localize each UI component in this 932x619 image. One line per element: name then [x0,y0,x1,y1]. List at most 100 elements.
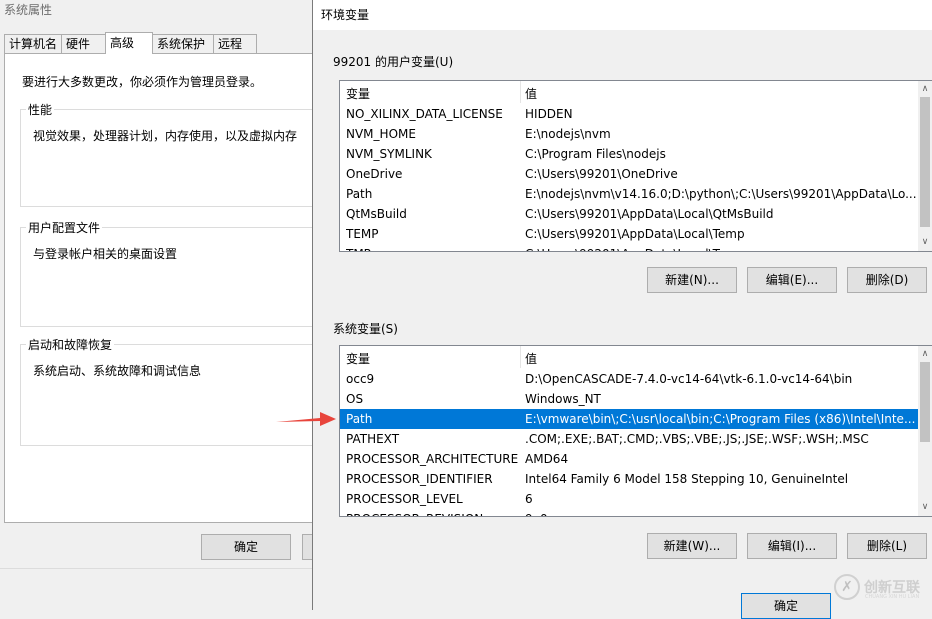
var-value: C:\Users\99201\AppData\Local\Temp [525,244,920,251]
system-var-row[interactable]: OS Windows_NT [340,389,922,409]
var-name: PROCESSOR_ARCHITECTURE [346,452,519,466]
var-name: NO_XILINX_DATA_LICENSE [346,107,503,121]
system-properties-ok-button[interactable]: 确定 [201,534,291,560]
env-ok-button[interactable]: 确定 [741,593,831,619]
var-value: E:\nodejs\nvm [525,127,611,141]
var-value: AMD64 [525,452,569,466]
user-edit-button[interactable]: 编辑(E)... [747,267,837,293]
var-name: PROCESSOR_IDENTIFIER [346,472,493,486]
column-divider[interactable] [520,346,521,368]
watermark-subtext: CHUANG XIN HU LIAN [865,594,920,600]
var-name: Path [346,412,373,426]
user-var-row[interactable]: OneDrive C:\Users\99201\OneDrive [340,164,922,184]
scroll-down-icon[interactable]: ∨ [918,501,932,513]
user-profiles-description: 与登录帐户相关的桌面设置 [33,247,178,261]
system-new-button[interactable]: 新建(W)... [647,533,737,559]
var-value: 6 [525,492,533,506]
column-header-variable[interactable]: 变量 [346,350,370,367]
annotation-arrow-icon [276,412,336,426]
var-value: .COM;.EXE;.BAT;.CMD;.VBS;.VBE;.JS;.JSE;.… [525,432,869,446]
system-list-scrollbar[interactable]: ∧ ∨ [918,346,932,516]
user-variables-label: 99201 的用户变量(U) [333,55,454,69]
var-name: PATHEXT [346,432,400,446]
system-var-row[interactable]: PROCESSOR_LEVEL 6 [340,489,922,509]
var-name: NVM_SYMLINK [346,147,432,161]
system-var-row[interactable]: PROCESSOR_IDENTIFIER Intel64 Family 6 Mod… [340,469,922,489]
system-edit-button[interactable]: 编辑(I)... [747,533,837,559]
startup-recovery-description: 系统启动、系统故障和调试信息 [33,364,202,378]
startup-recovery-group: 启动和故障恢复 系统启动、系统故障和调试信息 [20,336,321,446]
system-list-header: 变量 值 [340,346,920,368]
var-name: TMP [346,244,520,251]
tab-remote[interactable]: 远程 [213,34,257,53]
var-value: C:\Users\99201\AppData\Local\Temp [525,227,745,241]
var-name: Path [346,187,373,201]
var-value: E:\nodejs\nvm\v14.16.0;D:\python\;C:\Use… [525,187,917,201]
user-delete-button[interactable]: 删除(D) [847,267,927,293]
var-name: TEMP [346,227,379,241]
var-value: E:\vmware\bin\;C:\usr\local\bin;C:\Progr… [525,412,916,426]
column-header-value[interactable]: 值 [525,85,537,102]
system-var-row[interactable]: PATHEXT .COM;.EXE;.BAT;.CMD;.VBS;.VBE;.JS… [340,429,922,449]
user-var-row[interactable]: TEMP C:\Users\99201\AppData\Local\Temp [340,224,922,244]
column-divider[interactable] [520,81,521,103]
scroll-up-icon[interactable]: ∧ [918,348,932,360]
user-var-row[interactable]: Path E:\nodejs\nvm\v14.16.0;D:\python\;C:… [340,184,922,204]
system-properties-title: 系统属性 [4,3,53,17]
user-var-row[interactable]: NO_XILINX_DATA_LICENSE HIDDEN [340,104,922,124]
divider [0,568,313,569]
scroll-down-icon[interactable]: ∨ [918,236,932,248]
user-var-row[interactable]: NVM_HOME E:\nodejs\nvm [340,124,922,144]
var-name: PROCESSOR_LEVEL [346,492,463,506]
var-value: HIDDEN [525,107,573,121]
user-new-button[interactable]: 新建(N)... [647,267,737,293]
system-var-row[interactable]: occ9 D:\OpenCASCADE-7.4.0-vc14-64\vtk-6.1… [340,369,922,389]
performance-description: 视觉效果，处理器计划，内存使用，以及虚拟内存 [33,129,298,143]
var-name: PROCESSOR_REVISION [346,509,520,516]
performance-group: 性能 视觉效果，处理器计划，内存使用，以及虚拟内存 [20,101,321,207]
system-delete-button[interactable]: 删除(L) [847,533,927,559]
var-value: Intel64 Family 6 Model 158 Stepping 10, … [525,472,849,486]
tab-hardware[interactable]: 硬件 [61,34,106,53]
var-name: QtMsBuild [346,207,407,221]
var-name: OneDrive [346,167,403,181]
user-profiles-group-title: 用户配置文件 [26,219,103,236]
user-var-row[interactable]: QtMsBuild C:\Users\99201\AppData\Local\Qt… [340,204,922,224]
var-value: C:\Users\99201\OneDrive [525,167,678,181]
tab-advanced[interactable]: 高级 [105,32,153,54]
user-variables-list[interactable]: 变量 值 NO_XILINX_DATA_LICENSE HIDDEN NVM_HO… [339,80,932,252]
tab-computer-name[interactable]: 计算机名 [4,34,62,53]
system-variables-label: 系统变量(S) [333,322,398,336]
admin-notice: 要进行大多数更改，你必须作为管理员登录。 [22,75,263,89]
system-variables-list[interactable]: 变量 值 occ9 D:\OpenCASCADE-7.4.0-vc14-64\vt… [339,345,932,517]
scroll-up-icon[interactable]: ∧ [918,83,932,95]
watermark-circle-icon: ✗ [834,574,860,600]
var-value: D:\OpenCASCADE-7.4.0-vc14-64\vtk-6.1.0-v… [525,372,853,386]
tab-system-protection[interactable]: 系统保护 [152,34,214,53]
column-header-value[interactable]: 值 [525,350,537,367]
user-list-scrollbar[interactable]: ∧ ∨ [918,81,932,251]
var-value: Windows_NT [525,392,601,406]
var-name: occ9 [346,372,375,386]
system-var-row-selected[interactable]: Path E:\vmware\bin\;C:\usr\local\bin;C:\P… [340,409,922,429]
scroll-thumb[interactable] [920,97,930,227]
user-var-row[interactable]: TMP C:\Users\99201\AppData\Local\Temp [340,244,922,251]
var-value: C:\Users\99201\AppData\Local\QtMsBuild [525,207,774,221]
env-titlebar: 环境变量 [313,0,932,30]
performance-group-title: 性能 [26,101,55,118]
user-var-row[interactable]: NVM_SYMLINK C:\Program Files\nodejs [340,144,922,164]
system-var-row[interactable]: PROCESSOR_ARCHITECTURE AMD64 [340,449,922,469]
system-var-row[interactable]: PROCESSOR_REVISION 9e0a [340,509,922,516]
var-name: NVM_HOME [346,127,416,141]
column-header-variable[interactable]: 变量 [346,85,370,102]
scroll-thumb[interactable] [920,362,930,442]
var-name: OS [346,392,364,406]
user-list-header: 变量 值 [340,81,920,103]
watermark-logo: ✗ 创新互联 CHUANG XIN HU LIAN [834,574,932,602]
var-value: C:\Program Files\nodejs [525,147,666,161]
system-properties-window: 系统属性 计算机名 硬件 高级 系统保护 远程 要进行大多数更改，你必须作为管理… [0,0,324,610]
environment-variables-window: 环境变量 99201 的用户变量(U) 变量 值 NO_XILINX_DATA_… [312,0,932,619]
var-value: 9e0a [525,509,920,516]
env-window-title: 环境变量 [321,8,370,22]
user-profiles-group: 用户配置文件 与登录帐户相关的桌面设置 [20,219,321,327]
